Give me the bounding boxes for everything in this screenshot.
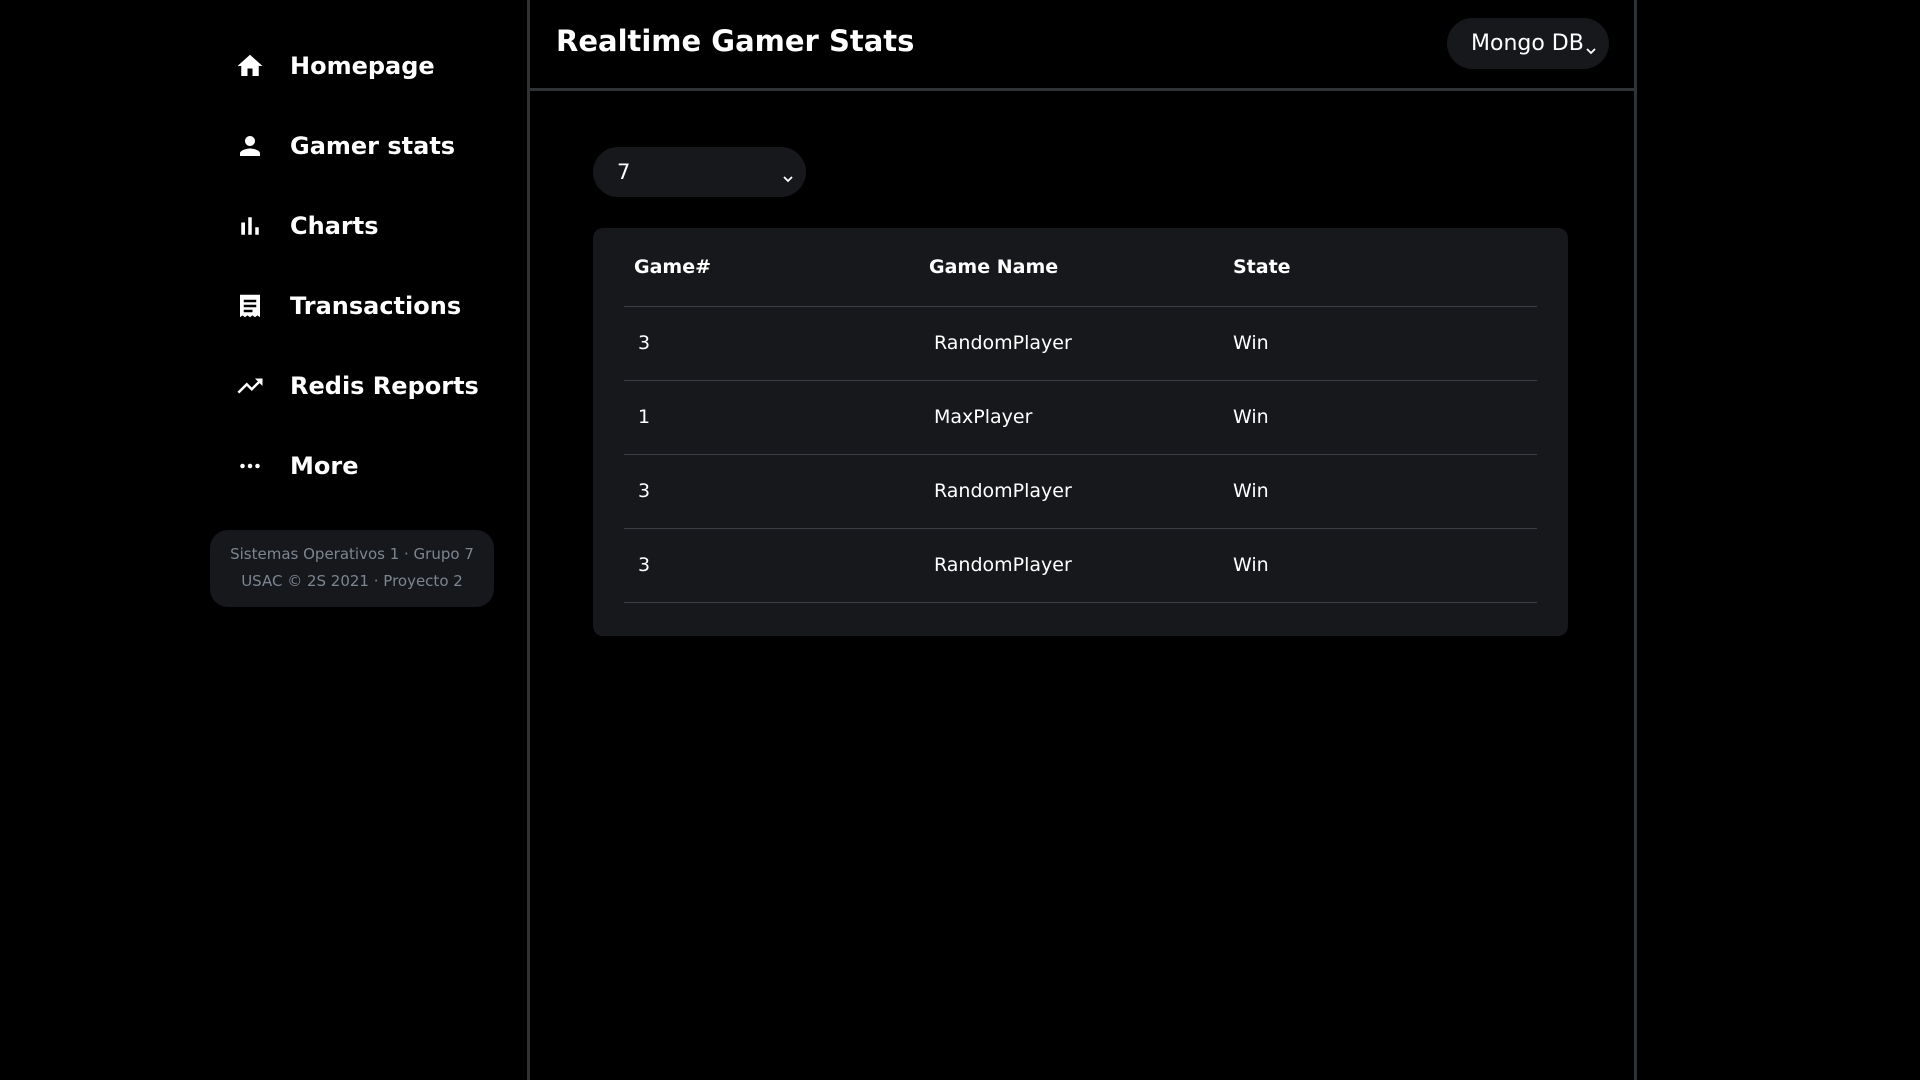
cell-state: Win <box>1223 454 1537 529</box>
page-header: Realtime Gamer Stats Mongo DB <box>530 0 1634 91</box>
chevron-down-icon <box>782 166 794 183</box>
chevron-down-icon <box>1585 38 1597 54</box>
receipt-icon <box>210 291 290 321</box>
sidebar-item-label: Redis Reports <box>290 372 479 400</box>
cell-game-number: 1 <box>624 380 919 455</box>
cell-game-name: RandomPlayer <box>919 528 1223 603</box>
cell-game-number: 3 <box>624 306 919 381</box>
cell-game-number: 3 <box>624 454 919 529</box>
bar-chart-icon <box>210 211 290 241</box>
sidebar-item-charts[interactable]: Charts <box>210 196 379 256</box>
sidebar-item-label: Transactions <box>290 292 462 320</box>
table-row: 3 RandomPlayer Win <box>624 306 1537 381</box>
table-row: 3 RandomPlayer Win <box>624 454 1537 529</box>
cell-game-name: MaxPlayer <box>919 380 1223 455</box>
sidebar-item-label: Homepage <box>290 52 435 80</box>
trending-up-icon <box>210 371 290 401</box>
cell-game-name: RandomPlayer <box>919 306 1223 381</box>
column-header-game-name: Game Name <box>919 228 1223 307</box>
home-icon <box>210 51 290 81</box>
credits-line-2: USAC © 2S 2021 · Proyecto 2 <box>241 572 463 590</box>
more-horizontal-icon <box>210 451 290 481</box>
credits-box: Sistemas Operativos 1 · Grupo 7 USAC © 2… <box>210 530 494 607</box>
cell-state: Win <box>1223 306 1537 381</box>
cell-game-name: RandomPlayer <box>919 454 1223 529</box>
cell-state: Win <box>1223 528 1537 603</box>
game-select-value: 7 <box>617 160 631 184</box>
credits-line-1: Sistemas Operativos 1 · Grupo 7 <box>230 545 474 563</box>
stats-table: Game# Game Name State 3 RandomPlayer Win… <box>624 228 1537 603</box>
table-row: 3 RandomPlayer Win <box>624 528 1537 603</box>
game-select[interactable]: 7 <box>593 147 806 197</box>
sidebar-item-redis-reports[interactable]: Redis Reports <box>210 356 479 416</box>
sidebar-item-label: Gamer stats <box>290 132 456 160</box>
page-title: Realtime Gamer Stats <box>556 24 915 58</box>
sidebar-item-transactions[interactable]: Transactions <box>210 276 461 336</box>
cell-game-number: 3 <box>624 528 919 603</box>
sidebar-item-label: Charts <box>290 212 379 240</box>
column-header-state: State <box>1223 228 1537 307</box>
sidebar-item-homepage[interactable]: Homepage <box>210 36 435 96</box>
database-select-value: Mongo DB <box>1471 31 1584 56</box>
sidebar-item-more[interactable]: More <box>210 436 358 496</box>
stats-table-card: Game# Game Name State 3 RandomPlayer Win… <box>593 228 1568 636</box>
table-header-row: Game# Game Name State <box>624 228 1537 307</box>
sidebar-item-gamer-stats[interactable]: Gamer stats <box>210 116 455 176</box>
main-panel: Realtime Gamer Stats Mongo DB 7 Game# Ga… <box>527 0 1637 1080</box>
column-header-game-number: Game# <box>624 228 919 307</box>
database-select[interactable]: Mongo DB <box>1447 18 1609 69</box>
app-root: Homepage Gamer stats Charts Transactions… <box>0 0 1920 1080</box>
sidebar-item-label: More <box>290 452 359 480</box>
person-icon <box>210 131 290 161</box>
cell-state: Win <box>1223 380 1537 455</box>
table-row: 1 MaxPlayer Win <box>624 380 1537 455</box>
